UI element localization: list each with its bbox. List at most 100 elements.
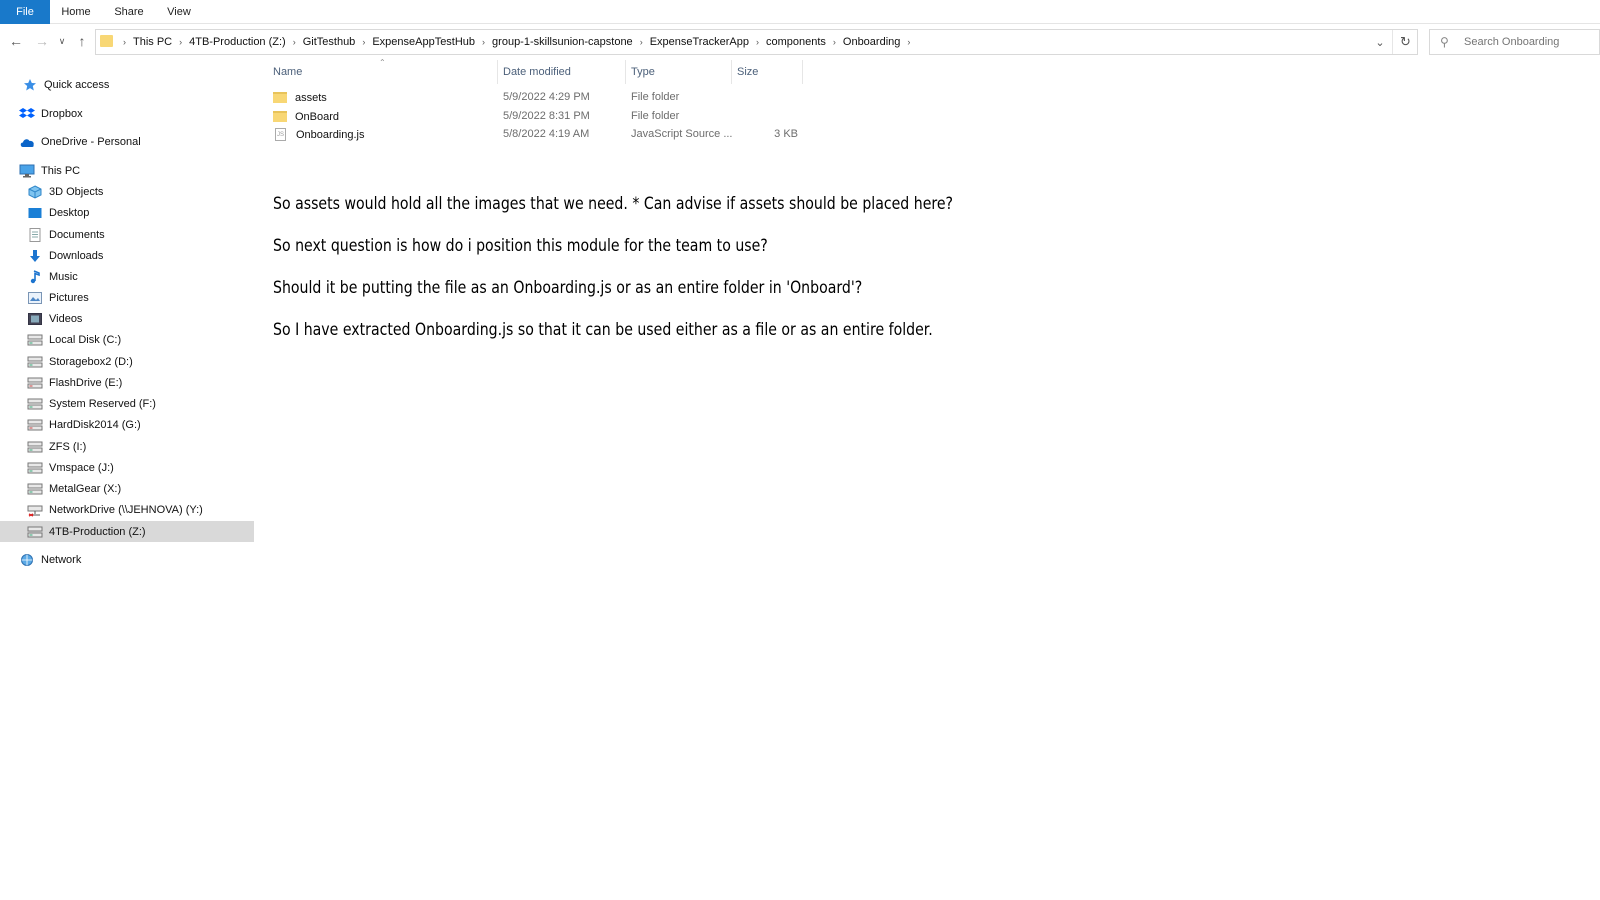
annotation-note: So assets would hold all the images that… [273,194,954,214]
sidebar-item-3d-objects[interactable]: 3D Objects [27,181,103,202]
recent-locations-button[interactable]: ∨ [52,30,72,52]
sidebar-item-local-disk-c[interactable]: Local Disk (C:) [27,329,121,350]
sidebar-item-metalgear-x[interactable]: MetalGear (X:) [27,478,121,499]
column-header-type[interactable]: Type [626,60,732,84]
tab-file[interactable]: File [0,0,50,24]
sidebar-item-onedrive[interactable]: OneDrive - Personal [19,131,141,152]
file-size [738,88,798,107]
navigation-pane: Quick access Dropbox OneDrive - Personal… [0,62,258,900]
file-size: 3 KB [774,128,798,140]
tab-view[interactable]: View [157,0,201,24]
search-box[interactable]: ⚲ [1429,29,1600,55]
annotation-note: So I have extracted Onboarding.js so tha… [273,320,933,340]
download-icon [27,249,43,263]
column-header-size[interactable]: Size [732,60,803,84]
breadcrumb-chevron-icon[interactable]: › [123,37,126,47]
sidebar-item-label: Videos [49,312,83,325]
sidebar-item-zfs-i[interactable]: ZFS (I:) [27,436,86,457]
search-input[interactable] [1464,34,1596,50]
sidebar-item-label: MetalGear (X:) [49,482,122,495]
drive-icon [27,482,43,496]
breadcrumb-chevron-icon[interactable]: › [362,37,365,47]
folder-icon [273,111,287,122]
drive-icon [27,440,43,454]
sidebar-item-label: OneDrive - Personal [41,135,141,148]
column-header-name[interactable]: Name [268,60,498,84]
sidebar-item-storagebox2-d[interactable]: Storagebox2 (D:) [27,351,133,372]
sidebar-item-label: HardDisk2014 (G:) [49,418,141,431]
search-icon: ⚲ [1440,35,1449,49]
breadcrumb-item[interactable]: Onboarding [843,36,901,48]
address-dropdown-button[interactable]: ⌄ [1370,30,1390,54]
breadcrumb-item[interactable]: components [766,36,826,48]
dropbox-icon [19,107,35,121]
breadcrumb-item[interactable]: 4TB-Production (Z:) [189,36,286,48]
sidebar-item-desktop[interactable]: Desktop [27,202,89,223]
breadcrumb-chevron-icon[interactable]: › [179,37,182,47]
breadcrumb-chevron-icon[interactable]: › [756,37,759,47]
up-button[interactable]: ↑ [72,30,92,52]
breadcrumb-item[interactable]: group-1-skillsunion-capstone [492,36,633,48]
video-icon [27,312,43,326]
ribbon: File Home Share View [0,0,1600,24]
file-type: JavaScript Source ... [631,128,733,140]
file-row[interactable]: JS Onboarding.js 5/8/2022 4:19 AM JavaSc… [268,125,808,144]
file-date: 5/9/2022 8:31 PM [503,110,590,122]
drive-icon [27,525,43,539]
address-bar[interactable]: › This PC › 4TB-Production (Z:) › GitTes… [95,29,1418,55]
sidebar-item-label: 3D Objects [49,185,104,198]
sidebar-item-label: System Reserved (F:) [49,397,156,410]
breadcrumb-chevron-icon[interactable]: › [293,37,296,47]
computer-icon [19,164,35,178]
sidebar-item-music[interactable]: Music [27,266,78,287]
sidebar-item-label: Storagebox2 (D:) [49,355,133,368]
sidebar-item-vmspace-j[interactable]: Vmspace (J:) [27,457,114,478]
sidebar-item-label: Desktop [49,206,90,219]
sidebar-item-label: Quick access [44,78,110,91]
back-button[interactable]: ← [6,30,26,52]
breadcrumb-item[interactable]: GitTesthub [303,36,356,48]
file-name: Onboarding.js [296,128,365,141]
sidebar-item-quick-access[interactable]: Quick access [22,74,109,95]
sidebar-item-label: Music [49,270,78,283]
sidebar-item-flashdrive-e[interactable]: FlashDrive (E:) [27,372,122,393]
sidebar-item-videos[interactable]: Videos [27,308,82,329]
arrow-up-icon: ↑ [78,33,86,49]
breadcrumb-item[interactable]: ExpenseAppTestHub [372,36,475,48]
breadcrumb-item[interactable]: This PC [133,36,172,48]
sidebar-item-network[interactable]: Network [19,549,81,570]
file-row[interactable]: assets 5/9/2022 4:29 PM File folder [268,88,808,107]
column-header-date-modified[interactable]: Date modified [498,60,626,84]
chevron-down-icon: ∨ [58,35,66,46]
breadcrumb-chevron-icon[interactable]: › [833,37,836,47]
sidebar-item-label: Vmspace (J:) [49,461,114,474]
file-type: File folder [631,110,680,122]
cube-icon [27,184,43,199]
tab-home[interactable]: Home [53,0,99,24]
sidebar-item-label: Documents [49,228,105,241]
breadcrumb-chevron-icon[interactable]: › [482,37,485,47]
drive-icon [27,333,43,347]
tab-share[interactable]: Share [105,0,153,24]
sidebar-item-this-pc[interactable]: This PC [19,160,80,181]
sidebar-item-harddisk2014-g[interactable]: HardDisk2014 (G:) [27,414,141,435]
file-name: OnBoard [295,110,340,123]
sidebar-item-label: Pictures [49,291,89,304]
star-icon [22,78,38,92]
breadcrumb-chevron-icon[interactable]: › [640,37,643,47]
sidebar-item-system-reserved-f[interactable]: System Reserved (F:) [27,393,156,414]
sidebar-item-networkdrive-y[interactable]: NetworkDrive (\\JEHNOVA) (Y:) [27,499,203,520]
sidebar-item-downloads[interactable]: Downloads [27,245,103,266]
breadcrumb-chevron-icon[interactable]: › [907,37,910,47]
sidebar-item-pictures[interactable]: Pictures [27,287,89,308]
forward-button[interactable]: → [32,30,52,52]
sidebar-item-documents[interactable]: Documents [27,224,105,245]
refresh-button[interactable]: ↻ [1392,30,1418,54]
sidebar-item-label: FlashDrive (E:) [49,376,123,389]
sidebar-item-dropbox[interactable]: Dropbox [19,103,83,124]
drive-icon [27,461,43,475]
breadcrumb-item[interactable]: ExpenseTrackerApp [650,36,749,48]
sidebar-item-4tb-production-z[interactable]: 4TB-Production (Z:) [0,521,254,542]
file-row[interactable]: OnBoard 5/9/2022 8:31 PM File folder [268,107,808,126]
file-name: assets [295,91,327,104]
